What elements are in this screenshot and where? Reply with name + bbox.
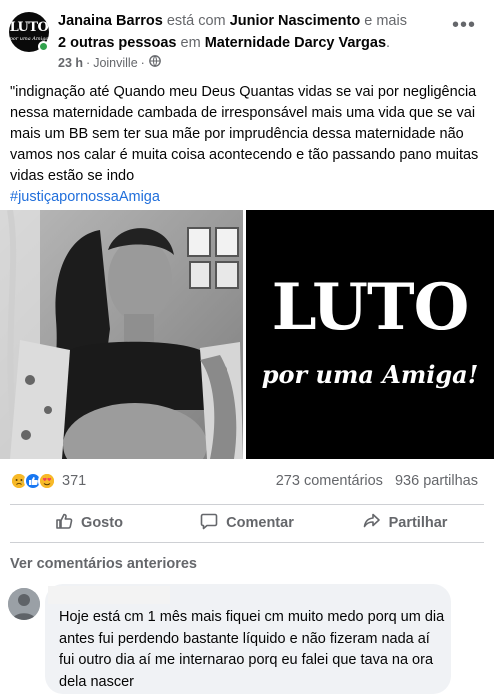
and-more-text: e mais bbox=[364, 13, 407, 29]
post-location: Joinville bbox=[93, 55, 138, 70]
post-header-line-1: Janaina Barros está com Junior Nasciment… bbox=[58, 11, 407, 31]
post-body: "indignação até Quando meu Deus Quantas … bbox=[10, 82, 484, 208]
at-text: em bbox=[180, 35, 201, 51]
reaction-count[interactable]: 371 bbox=[62, 473, 86, 489]
commenter-avatar[interactable] bbox=[8, 588, 40, 620]
divider bbox=[10, 542, 484, 543]
author-name[interactable]: Janaina Barros bbox=[58, 13, 163, 29]
hashtag-link[interactable]: #justiçapornossaAmiga bbox=[10, 189, 160, 205]
comment-icon bbox=[200, 512, 226, 534]
tagged-person[interactable]: Junior Nascimento bbox=[230, 13, 361, 29]
post-photo-luto[interactable]: LUTO por uma Amiga! bbox=[246, 210, 494, 459]
avatar-title: LUTO bbox=[9, 20, 49, 35]
post-text: "indignação até Quando meu Deus Quantas … bbox=[10, 84, 479, 184]
engagement-counts: 273 comentários 936 partilhas bbox=[276, 473, 478, 489]
post-stats: 371 273 comentários 936 partilhas bbox=[0, 464, 494, 498]
love-icon bbox=[38, 472, 56, 490]
view-previous-comments-link[interactable]: Ver comentários anteriores bbox=[10, 556, 197, 572]
luto-subtitle: por uma Amiga! bbox=[261, 360, 479, 389]
post-header: LUTO por uma Amiga Janaina Barros está c… bbox=[0, 0, 494, 76]
more-options-icon[interactable]: ••• bbox=[452, 15, 476, 35]
reactions-summary[interactable]: 371 bbox=[10, 472, 86, 490]
globe-icon bbox=[148, 55, 161, 70]
online-status-dot bbox=[38, 41, 49, 52]
comment-label: Comentar bbox=[226, 515, 294, 531]
shares-count[interactable]: 936 partilhas bbox=[395, 473, 478, 489]
comment-text: Hoje está cm 1 mês mais fiquei cm muito … bbox=[59, 609, 445, 690]
divider bbox=[10, 504, 484, 505]
comments-count[interactable]: 273 comentários bbox=[276, 473, 383, 489]
luto-title: LUTO bbox=[271, 270, 470, 345]
post-timestamp[interactable]: 23 h bbox=[58, 56, 83, 70]
like-label: Gosto bbox=[81, 515, 123, 531]
share-button[interactable]: Partilhar bbox=[326, 506, 484, 540]
comment-button[interactable]: Comentar bbox=[168, 506, 326, 540]
checkin-place[interactable]: Maternidade Darcy Vargas bbox=[205, 35, 386, 51]
meta-separator: · bbox=[86, 55, 91, 70]
post-meta: 23 h · Joinville · bbox=[58, 55, 161, 70]
place-end-punct: . bbox=[386, 35, 391, 51]
post-photo-woman[interactable] bbox=[0, 210, 243, 459]
post-header-line-2: 2 outras pessoas em Maternidade Darcy Va… bbox=[58, 33, 390, 53]
share-icon bbox=[363, 512, 389, 534]
post-actions: Gosto Comentar Partilhar bbox=[10, 506, 484, 540]
commenter-name-redacted bbox=[48, 586, 170, 604]
meta-separator-2: · bbox=[140, 55, 145, 70]
with-text: está com bbox=[166, 13, 226, 29]
tagged-others[interactable]: 2 outras pessoas bbox=[58, 35, 176, 51]
thumbs-up-icon bbox=[55, 512, 81, 534]
like-button[interactable]: Gosto bbox=[10, 506, 168, 540]
share-label: Partilhar bbox=[388, 515, 448, 531]
